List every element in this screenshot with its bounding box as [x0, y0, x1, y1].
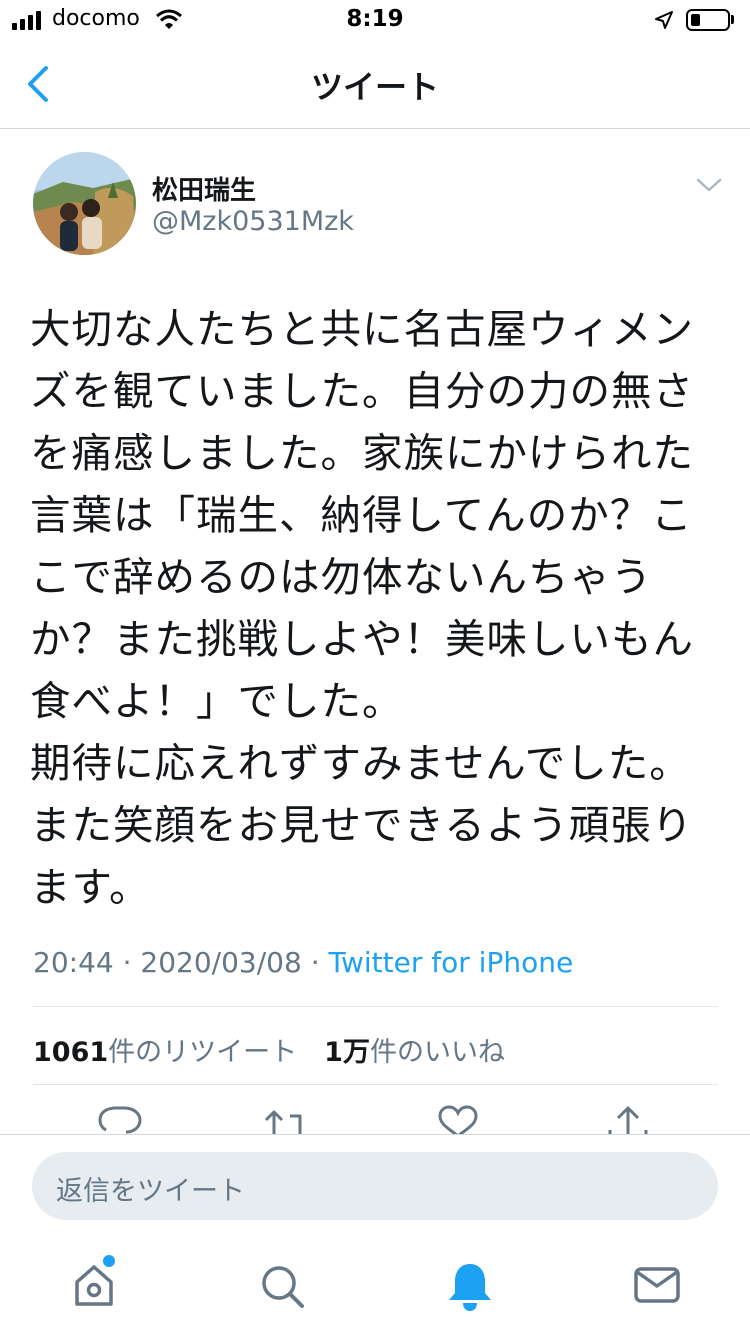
- home-icon[interactable]: [64, 1256, 124, 1316]
- status-bar: docomo 8:19: [0, 0, 750, 40]
- like-stat[interactable]: 1万件のいいね: [324, 1037, 505, 1068]
- user-handle[interactable]: @Mzk0531Mzk: [152, 206, 354, 237]
- messages-icon[interactable]: [627, 1256, 687, 1316]
- reply-icon[interactable]: [98, 1104, 142, 1138]
- tweet-time: 20:44: [33, 946, 114, 979]
- notifications-icon[interactable]: [440, 1256, 500, 1316]
- display-name[interactable]: 松田瑞生: [152, 170, 256, 207]
- tweet-text: 大切な人たちと共に名古屋ウィメンズを観ていました。自分の力の無さを痛感しました。…: [30, 305, 694, 911]
- like-icon[interactable]: [436, 1104, 480, 1138]
- retweet-stat[interactable]: 1061件のリツイート: [33, 1037, 297, 1068]
- tweet-stats: 1061件のリツイート 1万件のいいね: [33, 1030, 505, 1069]
- battery-tip: [731, 15, 734, 24]
- location-arrow-icon: [655, 11, 673, 29]
- retweet-label: 件のリツイート: [108, 1037, 298, 1068]
- page-title: ツイート: [310, 68, 439, 106]
- retweet-icon[interactable]: [264, 1104, 308, 1138]
- search-icon[interactable]: [252, 1256, 312, 1316]
- meta-separator: ·: [310, 946, 320, 979]
- share-icon[interactable]: [606, 1104, 650, 1138]
- tweet-meta: 20:44 · 2020/03/08 · Twitter for iPhone: [33, 946, 573, 979]
- tweet-source-link[interactable]: Twitter for iPhone: [329, 946, 574, 979]
- tweet-date: 2020/03/08: [140, 946, 302, 979]
- divider: [33, 1084, 718, 1085]
- divider: [33, 1006, 718, 1007]
- avatar[interactable]: [33, 152, 136, 255]
- meta-separator: ·: [122, 946, 132, 979]
- home-badge: [103, 1255, 115, 1267]
- battery-icon: [686, 9, 730, 31]
- reply-placeholder: 返信をツイート: [56, 1176, 245, 1207]
- battery-level: [691, 14, 700, 26]
- chevron-down-icon[interactable]: [694, 174, 724, 196]
- like-label: 件のいいね: [369, 1037, 505, 1068]
- nav-bar: ツイート: [0, 40, 750, 129]
- reply-input[interactable]: 返信をツイート: [32, 1152, 718, 1220]
- status-time: 8:19: [346, 6, 404, 32]
- like-count: 1万: [324, 1037, 370, 1068]
- retweet-count: 1061: [33, 1037, 109, 1068]
